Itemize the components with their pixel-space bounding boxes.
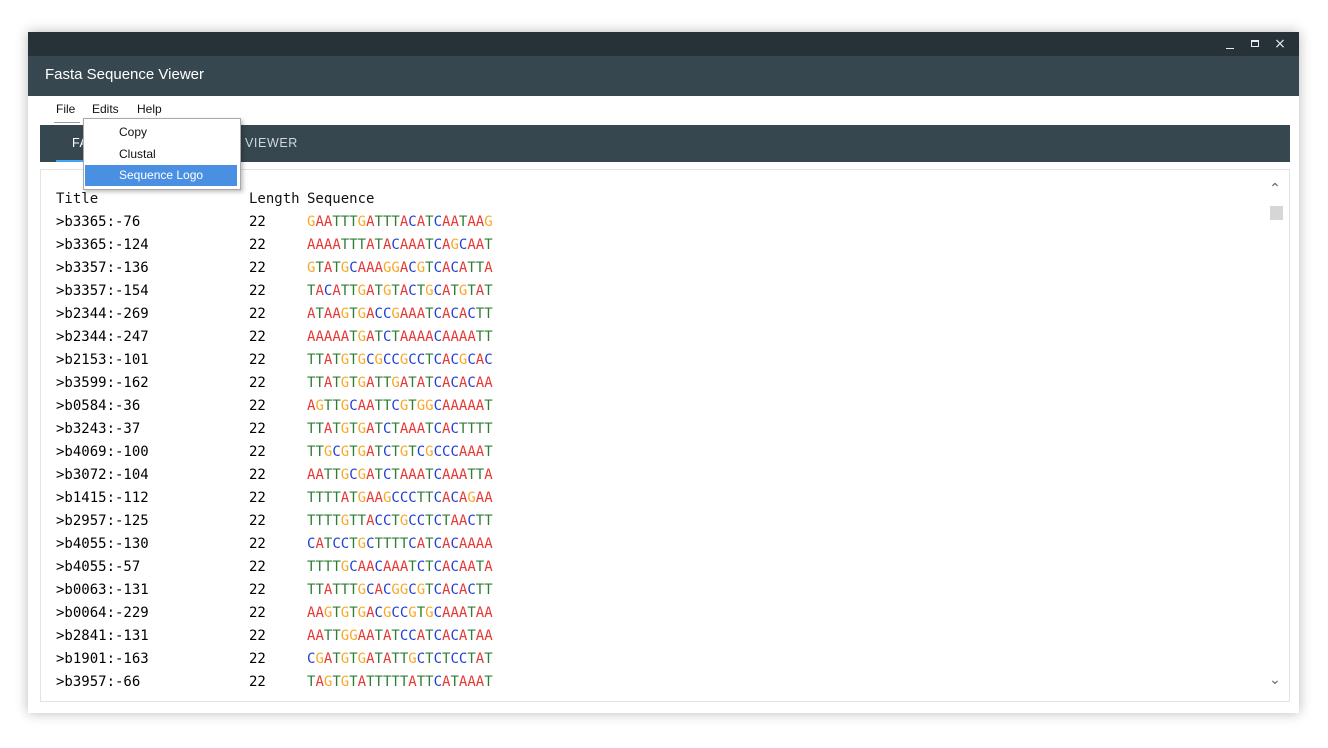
row-length: 22 <box>249 421 266 437</box>
row-length: 22 <box>249 444 266 460</box>
close-icon: × <box>1274 36 1286 52</box>
maximize-icon <box>1251 40 1259 47</box>
row-title: >b2841:-131 <box>56 628 149 644</box>
row-sequence: TAGTGTATTTTTATTCATAAAT <box>307 674 493 690</box>
row-sequence: AATTGGAATATCCATCACATAA <box>307 628 493 644</box>
row-title: >b3357:-136 <box>56 260 149 276</box>
row-sequence: AAAAATGATCTAAAACAAAATT <box>307 329 493 345</box>
row-sequence: TTATTTGCACGGCGTCACACTT <box>307 582 493 598</box>
row-sequence: TTATGTGATCTAAATCACTTTT <box>307 421 493 437</box>
row-title: >b1901:-163 <box>56 651 149 667</box>
row-title: >b3599:-162 <box>56 375 149 391</box>
row-title: >b3957:-66 <box>56 674 141 690</box>
header-length: Length <box>249 191 300 207</box>
scroll-thumb[interactable] <box>1270 206 1283 220</box>
chevron-up-icon[interactable]: ⌃ <box>1268 182 1282 196</box>
row-length: 22 <box>249 605 266 621</box>
row-title: >b0584:-36 <box>56 398 141 414</box>
row-sequence: TACATTGATGTACTGCATGTAT <box>307 283 493 299</box>
menu-help[interactable]: Help <box>137 102 162 116</box>
title-bar: Fasta Sequence Viewer <box>28 56 1299 96</box>
vertical-scrollbar[interactable]: ⌃ ⌄ <box>1264 170 1289 701</box>
row-sequence: CGATGTGATATTGCTCTCCTAT <box>307 651 493 667</box>
row-length: 22 <box>249 490 266 506</box>
row-length: 22 <box>249 375 266 391</box>
row-sequence: AATTGCGATCTAAATCAAATTA <box>307 467 493 483</box>
row-length: 22 <box>249 306 266 322</box>
menu-item-clustal[interactable]: Clustal <box>85 144 237 165</box>
row-title: >b0064:-229 <box>56 605 149 621</box>
row-title: >b2344:-269 <box>56 306 149 322</box>
menu-underline <box>54 122 80 123</box>
row-title: >b2344:-247 <box>56 329 149 345</box>
row-length: 22 <box>249 674 266 690</box>
row-length: 22 <box>249 559 266 575</box>
row-title: >b3072:-104 <box>56 467 149 483</box>
row-length: 22 <box>249 352 266 368</box>
minimize-icon <box>1226 48 1234 49</box>
row-title: >b3365:-76 <box>56 214 141 230</box>
row-length: 22 <box>249 513 266 529</box>
row-length: 22 <box>249 582 266 598</box>
row-length: 22 <box>249 628 266 644</box>
row-length: 22 <box>249 214 266 230</box>
row-title: >b3243:-37 <box>56 421 141 437</box>
sequence-table-panel: Title Length Sequence >b3365:-76 22 GAATTT… <box>40 169 1290 702</box>
row-title: >b4055:-57 <box>56 559 141 575</box>
row-length: 22 <box>249 651 266 667</box>
app-title: Fasta Sequence Viewer <box>45 66 204 83</box>
row-sequence: GTATGCAAAGGACGTCACATTA <box>307 260 493 276</box>
row-sequence: TTATGTGATTGATATCACACAA <box>307 375 493 391</box>
menu-edits[interactable]: Edits <box>92 102 119 116</box>
close-button[interactable]: × <box>1268 32 1292 56</box>
menu-item-sequence-logo[interactable]: Sequence Logo <box>85 165 237 186</box>
row-sequence: CATCCTGCTTTTCATCACAAAA <box>307 536 493 552</box>
active-tab-indicator <box>56 160 86 162</box>
row-sequence: AAAATTTATACAAATCAGCAAT <box>307 237 493 253</box>
row-title: >b3357:-154 <box>56 283 149 299</box>
menu-file[interactable]: File <box>56 102 75 116</box>
header-title: Title <box>56 191 99 207</box>
chevron-down-icon[interactable]: ⌄ <box>1268 673 1282 687</box>
row-sequence: TTATGTGCGCCGCCTCACGCAC <box>307 352 493 368</box>
row-sequence: TTTTGTTACCTGCCTCTAACTT <box>307 513 493 529</box>
row-length: 22 <box>249 260 266 276</box>
row-sequence: AAGTGTGACGCCGTGCAAATAA <box>307 605 493 621</box>
row-title: >b2153:-101 <box>56 352 149 368</box>
row-sequence: ATAAGTGACCGAAATCACACTT <box>307 306 493 322</box>
row-length: 22 <box>249 467 266 483</box>
row-title: >b2957:-125 <box>56 513 149 529</box>
row-sequence: TTTTATGAAGCCCTTCACAGAA <box>307 490 493 506</box>
row-sequence: GAATTTGATTTACATCAATAAG <box>307 214 493 230</box>
row-title: >b0063:-131 <box>56 582 149 598</box>
row-sequence: TTGCGTGATCTGTCGCCCAAAT <box>307 444 493 460</box>
header-sequence: Sequence <box>307 191 375 207</box>
row-length: 22 <box>249 237 266 253</box>
row-length: 22 <box>249 536 266 552</box>
tab-viewer[interactable]: VIEWER <box>245 125 298 162</box>
row-title: >b4055:-130 <box>56 536 149 552</box>
row-title: >b4069:-100 <box>56 444 149 460</box>
row-sequence: AGTTGCAATTCGTGGCAAAAAT <box>307 398 493 414</box>
menu-item-copy[interactable]: Copy <box>85 122 237 143</box>
row-sequence: TTTTGCAACAAATCTCACAATA <box>307 559 493 575</box>
row-length: 22 <box>249 283 266 299</box>
row-length: 22 <box>249 329 266 345</box>
edits-dropdown-menu: Copy Clustal Sequence Logo <box>83 118 241 190</box>
window-control-bar: × <box>28 32 1299 56</box>
maximize-button[interactable] <box>1243 32 1267 56</box>
row-title: >b1415:-112 <box>56 490 149 506</box>
row-length: 22 <box>249 398 266 414</box>
row-title: >b3365:-124 <box>56 237 149 253</box>
minimize-button[interactable] <box>1218 32 1242 56</box>
